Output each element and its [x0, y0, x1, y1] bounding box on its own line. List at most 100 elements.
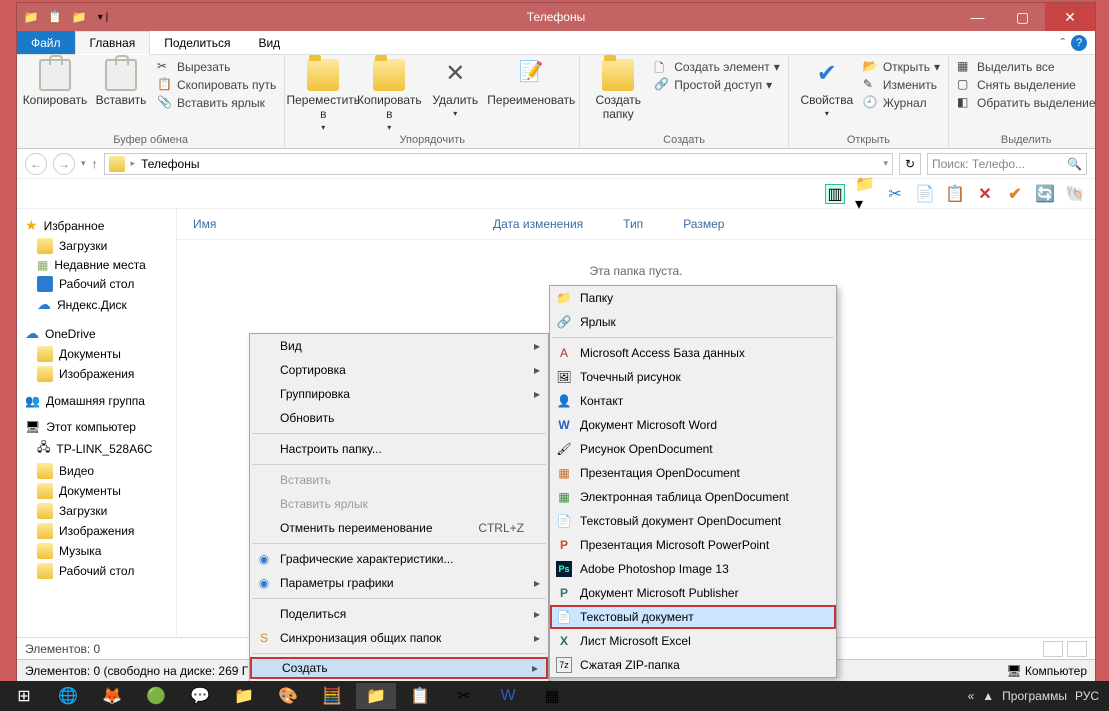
- task-snip[interactable]: ✂: [444, 683, 484, 709]
- new-xls[interactable]: XЛист Microsoft Excel: [550, 629, 836, 653]
- start-button[interactable]: ⊞: [4, 683, 44, 709]
- scissors-icon[interactable]: ✂: [885, 184, 905, 204]
- context-menu[interactable]: Вид▸ Сортировка▸ Группировка▸ Обновить Н…: [249, 333, 549, 711]
- new-access[interactable]: AMicrosoft Access База данных: [550, 341, 836, 365]
- help-icon[interactable]: ?: [1071, 35, 1087, 51]
- nav-item-desktop[interactable]: Рабочий стол: [17, 274, 176, 294]
- forward-button[interactable]: →: [53, 153, 75, 175]
- delete-icon[interactable]: ✕: [975, 184, 995, 204]
- task-skype[interactable]: 💬: [180, 683, 220, 709]
- panel-toggle-icon[interactable]: ▥: [825, 184, 845, 204]
- invert-selection-button[interactable]: ◧Обратить выделение: [957, 95, 1096, 111]
- props-icon[interactable]: 📋: [47, 9, 63, 25]
- ctx-gfx-opts[interactable]: ◉Параметры графики▸: [250, 571, 548, 595]
- task-ie[interactable]: 🌐: [48, 683, 88, 709]
- breadcrumb-segment[interactable]: Телефоны: [141, 157, 199, 171]
- new-txt[interactable]: 📄Текстовый документ: [550, 605, 836, 629]
- nav-item-network[interactable]: 🖧TP-LINK_528A6C: [17, 436, 176, 461]
- ctx-sort[interactable]: Сортировка▸: [250, 358, 548, 382]
- details-view-button[interactable]: [1043, 641, 1063, 657]
- sync-icon[interactable]: 🔄: [1035, 184, 1055, 204]
- paste-icon[interactable]: 📋: [945, 184, 965, 204]
- new-folder[interactable]: 📁Папку: [550, 286, 836, 310]
- taskbar[interactable]: ⊞ 🌐 🦊 🟢 💬 📁 🎨 🧮 📁 📋 ✂ W ▦ « ▲ Программы …: [0, 681, 1109, 711]
- copy-button[interactable]: Копировать: [25, 59, 85, 107]
- new-odg[interactable]: 🖌Рисунок OpenDocument: [550, 437, 836, 461]
- nav-item-recent[interactable]: ▦Недавние места: [17, 256, 176, 274]
- nav-item-videos[interactable]: Видео: [17, 461, 176, 481]
- nav-item-documents[interactable]: Документы: [17, 344, 176, 364]
- chevron-down-icon[interactable]: ▾ |: [95, 9, 111, 25]
- nav-item-docs[interactable]: Документы: [17, 481, 176, 501]
- breadcrumb[interactable]: ▸ Телефоны ▾: [104, 153, 893, 175]
- nav-item-music[interactable]: Музыка: [17, 541, 176, 561]
- task-app[interactable]: ▦: [532, 683, 572, 709]
- task-chrome[interactable]: 🟢: [136, 683, 176, 709]
- new-pub[interactable]: PДокумент Microsoft Publisher: [550, 581, 836, 605]
- new-shortcut[interactable]: 🔗Ярлык: [550, 310, 836, 334]
- share-tab[interactable]: Поделиться: [150, 31, 244, 54]
- chevron-down-icon[interactable]: ▾: [883, 158, 888, 169]
- properties-button[interactable]: ✔Свойства▾: [797, 59, 857, 118]
- tray-programs[interactable]: Программы: [1002, 689, 1067, 703]
- clover-folder-icon[interactable]: 📁▾: [855, 184, 875, 204]
- up-button[interactable]: ↑: [92, 157, 98, 171]
- col-date[interactable]: Дата изменения: [493, 217, 583, 231]
- ctx-new[interactable]: Создать▸: [250, 657, 548, 679]
- tray-expand[interactable]: «: [968, 689, 975, 703]
- ctx-gfx[interactable]: ◉Графические характеристики...: [250, 547, 548, 571]
- select-none-button[interactable]: ▢Снять выделение: [957, 77, 1096, 93]
- paste-button[interactable]: Вставить: [91, 59, 151, 107]
- close-button[interactable]: ✕: [1045, 3, 1095, 31]
- new-ods[interactable]: ▦Электронная таблица OpenDocument: [550, 485, 836, 509]
- col-name[interactable]: Имя: [193, 217, 453, 231]
- select-all-button[interactable]: ▦Выделить все: [957, 59, 1096, 75]
- collapse-ribbon-icon[interactable]: ˆ: [1060, 35, 1065, 51]
- tray-icon[interactable]: ▲: [982, 689, 994, 703]
- rename-button[interactable]: 📝Переименовать: [491, 59, 571, 107]
- new-odt[interactable]: 📄Текстовый документ OpenDocument: [550, 509, 836, 533]
- task-calc[interactable]: 🧮: [312, 683, 352, 709]
- new-word[interactable]: WДокумент Microsoft Word: [550, 413, 836, 437]
- copy-to-button[interactable]: Копировать в▾: [359, 59, 419, 132]
- nav-item-yadisk[interactable]: ☁Яндекс.Диск: [17, 294, 176, 315]
- recent-button[interactable]: ▾: [81, 158, 86, 169]
- new-folder-button[interactable]: Создать папку: [588, 59, 648, 121]
- nav-item-downloads[interactable]: Загрузки: [17, 236, 176, 256]
- ctx-undo[interactable]: Отменить переименованиеCTRL+Z: [250, 516, 548, 540]
- cut-button[interactable]: ✂Вырезать: [157, 59, 276, 75]
- history-button[interactable]: 🕘Журнал: [863, 95, 940, 111]
- titlebar[interactable]: 📁 📋 📁 ▾ | Телефоны — ▢ ✕: [17, 3, 1095, 31]
- new-contact[interactable]: 👤Контакт: [550, 389, 836, 413]
- nav-item-pics[interactable]: Изображения: [17, 521, 176, 541]
- nav-homegroup[interactable]: 👥Домашняя группа: [17, 392, 176, 410]
- nav-pane[interactable]: ★Избранное Загрузки ▦Недавние места Рабо…: [17, 209, 177, 637]
- back-button[interactable]: ←: [25, 153, 47, 175]
- main-tab[interactable]: Главная: [75, 31, 151, 55]
- refresh-button[interactable]: ↻: [899, 153, 921, 175]
- minimize-button[interactable]: —: [955, 3, 1000, 31]
- column-headers[interactable]: Имя Дата изменения Тип Размер: [177, 209, 1095, 240]
- task-notepad[interactable]: 📋: [400, 683, 440, 709]
- easy-access-button[interactable]: 🔗Простой доступ ▾: [654, 77, 780, 93]
- move-to-button[interactable]: Переместить в▾: [293, 59, 353, 132]
- edit-button[interactable]: ✎Изменить: [863, 77, 940, 93]
- nav-favorites[interactable]: ★Избранное: [17, 215, 176, 236]
- delete-button[interactable]: ✕Удалить▾: [425, 59, 485, 118]
- col-type[interactable]: Тип: [623, 217, 643, 231]
- task-word[interactable]: W: [488, 683, 528, 709]
- search-input[interactable]: Поиск: Телефо...🔍: [927, 153, 1087, 175]
- new-item-button[interactable]: 🗋Создать элемент ▾: [654, 59, 780, 75]
- context-submenu-new[interactable]: 📁Папку 🔗Ярлык AMicrosoft Access База дан…: [549, 285, 837, 678]
- icons-view-button[interactable]: [1067, 641, 1087, 657]
- nav-item-dl[interactable]: Загрузки: [17, 501, 176, 521]
- task-folder[interactable]: 📁: [356, 683, 396, 709]
- task-firefox[interactable]: 🦊: [92, 683, 132, 709]
- ctx-sync[interactable]: SСинхронизация общих папок▸: [250, 626, 548, 650]
- task-paint[interactable]: 🎨: [268, 683, 308, 709]
- open-button[interactable]: 📂Открыть ▾: [863, 59, 940, 75]
- ctx-refresh[interactable]: Обновить: [250, 406, 548, 430]
- task-explorer[interactable]: 📁: [224, 683, 264, 709]
- ctx-view[interactable]: Вид▸: [250, 334, 548, 358]
- view-tab[interactable]: Вид: [244, 31, 294, 54]
